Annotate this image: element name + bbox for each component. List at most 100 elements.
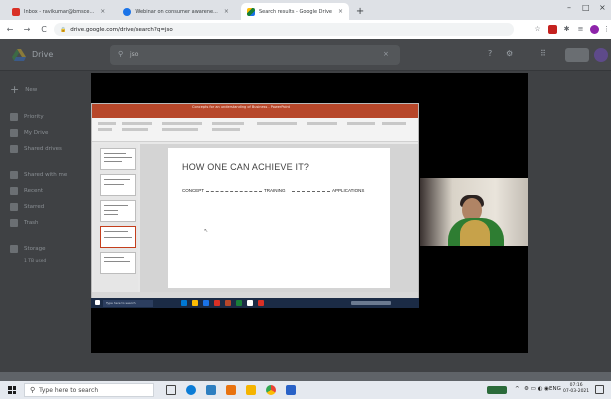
language-indicator[interactable]: ENG — [549, 386, 561, 392]
sidebar-item-my-drive[interactable]: My Drive — [10, 129, 48, 137]
slide-thumbnail-selected — [100, 226, 136, 248]
video-viewer[interactable]: Concepts for an understanding of Busines… — [91, 73, 528, 353]
sidebar-label: Shared drives — [24, 146, 62, 152]
app-icon — [203, 300, 209, 306]
sidebar-item-shared-drives[interactable]: Shared drives — [10, 145, 62, 153]
address-bar[interactable]: 🔒 drive.google.com/drive/search?q=jso — [54, 23, 514, 36]
tab-label: Inbox - ravikumar@bmsce... — [24, 8, 95, 15]
powerpoint-title: Concepts for an understanding of Busines… — [192, 105, 291, 109]
sidebar-label: Shared with me — [24, 172, 68, 178]
slide-thumbnail — [100, 200, 136, 222]
slide-thumbnail — [100, 252, 136, 274]
tray-chevron-icon[interactable]: ^ — [515, 386, 520, 392]
sidebar-item-priority[interactable]: Priority — [10, 113, 44, 121]
extension-icon[interactable]: ✱ — [562, 25, 571, 34]
office-icon[interactable] — [226, 385, 236, 395]
sidebar-item-recent[interactable]: Recent — [10, 187, 43, 195]
flow-connector — [292, 190, 330, 192]
clock-icon — [10, 187, 18, 195]
windows-icon — [95, 300, 100, 305]
close-icon[interactable]: × — [100, 8, 105, 15]
taskbar-search-box[interactable]: ⚲ Type here to search — [24, 383, 154, 397]
edge-icon[interactable] — [186, 385, 196, 395]
tray-app-icon[interactable] — [487, 386, 507, 394]
menu-icon[interactable]: ⋮ — [602, 25, 611, 34]
mouse-cursor-icon: ↖ — [204, 228, 209, 234]
app-icon — [236, 300, 242, 306]
profile-avatar[interactable] — [590, 25, 599, 34]
app-icon — [181, 300, 187, 306]
windows-start-icon[interactable] — [8, 386, 16, 394]
presenter-taskbar: Type here to search — [91, 298, 419, 308]
minimize-button[interactable]: – — [567, 3, 571, 12]
drive-sidebar: + New Priority My Drive Shared drives Sh… — [0, 71, 90, 372]
clear-icon[interactable]: × — [383, 50, 389, 58]
new-button[interactable]: + New — [10, 83, 37, 96]
gmail-icon — [12, 7, 20, 16]
help-icon[interactable]: ? — [488, 49, 492, 58]
sidebar-item-shared-with-me[interactable]: Shared with me — [10, 171, 67, 179]
sidebar-item-trash[interactable]: Trash — [10, 219, 39, 227]
close-window-button[interactable]: × — [599, 3, 606, 12]
storage-usage: 1 TB used — [24, 259, 46, 264]
ribbon — [92, 118, 418, 142]
store-icon[interactable] — [206, 385, 216, 395]
trash-icon — [10, 219, 18, 227]
powerpoint-window: Concepts for an understanding of Busines… — [91, 103, 419, 298]
close-icon[interactable]: × — [224, 8, 229, 15]
flow-step-concept: CONCEPT — [182, 188, 205, 193]
reload-button[interactable]: C — [37, 23, 51, 37]
sidebar-label: Storage — [24, 246, 46, 252]
new-tab-button[interactable]: + — [353, 4, 367, 18]
sidebar-item-starred[interactable]: Starred — [10, 203, 44, 211]
tray-status-icons[interactable]: ⚙ ▭ ◐ ◉ — [524, 386, 549, 392]
taskbar-clock[interactable]: 07:16 07-03-2021 — [563, 383, 589, 395]
sidebar-label: My Drive — [24, 130, 49, 136]
plus-icon: + — [10, 83, 20, 96]
browser-tab-strip: Inbox - ravikumar@bmsce... × Webinar on … — [0, 0, 611, 20]
app-icon — [247, 300, 253, 306]
gear-icon[interactable]: ⚙ — [506, 49, 513, 58]
back-button[interactable]: ← — [3, 23, 17, 37]
browser-toolbar: ← → C 🔒 drive.google.com/drive/search?q=… — [0, 20, 611, 39]
chrome-icon[interactable] — [266, 385, 276, 395]
apps-grid-icon[interactable]: ⠿ — [540, 49, 546, 58]
tab-webinar[interactable]: Webinar on consumer awarene... × — [117, 3, 235, 20]
sidebar-label: Trash — [24, 220, 39, 226]
sidebar-label: Recent — [24, 188, 44, 194]
notification-icon[interactable] — [595, 385, 604, 394]
tab-label: Search results - Google Drive — [258, 8, 332, 15]
zoom-icon[interactable] — [286, 385, 296, 395]
powerpoint-icon — [225, 300, 231, 306]
taskbar-search-placeholder: Type here to search — [39, 386, 99, 394]
search-icon: ⚲ — [30, 386, 36, 394]
bookmark-star-icon[interactable]: ☆ — [533, 25, 542, 34]
slide-thumbnail — [100, 174, 136, 196]
tray-icons — [351, 301, 391, 305]
clock-date: 07-03-2021 — [563, 389, 590, 394]
powerpoint-titlebar: Concepts for an understanding of Busines… — [92, 104, 418, 112]
sidebar-item-storage[interactable]: Storage — [10, 245, 46, 253]
cloud-icon — [10, 245, 18, 253]
priority-icon — [10, 113, 18, 121]
media-icon[interactable]: ≡ — [576, 25, 585, 34]
presenter-saree — [460, 220, 490, 246]
tab-gmail[interactable]: Inbox - ravikumar@bmsce... × — [6, 3, 112, 20]
avatar[interactable] — [594, 48, 608, 62]
drive-header: Drive jso ⚲ × ? ⚙ ⠿ — [0, 39, 611, 71]
task-view-icon[interactable] — [166, 385, 176, 395]
presenter-search-box: Type here to search — [103, 299, 153, 307]
app-icon — [192, 300, 198, 306]
file-explorer-icon[interactable] — [246, 385, 256, 395]
drive-search-box[interactable] — [110, 45, 400, 65]
maximize-button[interactable]: □ — [582, 3, 590, 12]
storage-text: 1 TB used — [24, 259, 47, 264]
extension-icon[interactable] — [548, 25, 557, 34]
tab-drive-search[interactable]: Search results - Google Drive × — [240, 3, 350, 20]
forward-button[interactable]: → — [20, 23, 34, 37]
close-icon[interactable]: × — [338, 8, 343, 15]
screen: Inbox - ravikumar@bmsce... × Webinar on … — [0, 0, 611, 399]
account-badge[interactable] — [565, 48, 589, 62]
drive-logo-icon — [12, 49, 26, 61]
sidebar-label: Priority — [24, 114, 44, 120]
